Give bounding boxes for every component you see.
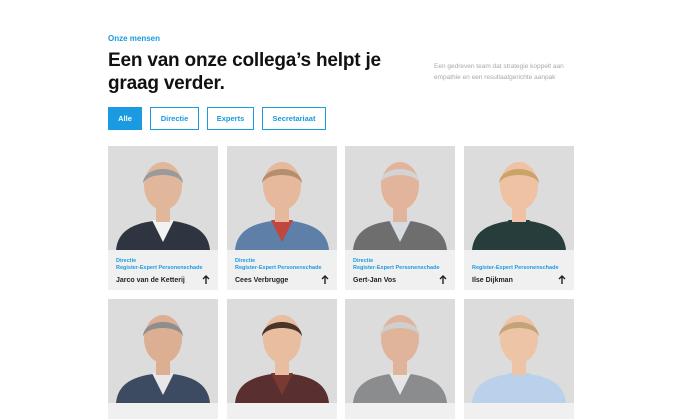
portrait-photo <box>108 299 218 403</box>
team-card[interactable]: Register-Expert Personenschade Ilse Dijk… <box>464 146 574 290</box>
person-name: Cees Verbrugge <box>235 277 289 284</box>
arrow-up-icon[interactable] <box>320 274 330 286</box>
portrait-photo <box>464 299 574 403</box>
person-name: Ilse Dijkman <box>472 277 513 284</box>
portrait-image <box>464 299 574 403</box>
team-card[interactable] <box>464 299 574 419</box>
role-tag: Directie <box>235 258 256 264</box>
portrait-image <box>227 146 337 250</box>
portrait-photo <box>227 299 337 403</box>
role-tag: Register-Expert Personenschade <box>116 265 203 271</box>
team-card[interactable] <box>227 299 337 419</box>
intro-text: Een gedreven team dat strategie koppelt … <box>434 63 564 81</box>
portrait-photo <box>345 299 455 403</box>
team-card[interactable]: Directie Register-Expert Personenschade … <box>345 146 455 290</box>
portrait-image <box>345 146 455 250</box>
role-tag: Register-Expert Personenschade <box>235 265 322 271</box>
team-card[interactable]: Directie Register-Expert Personenschade … <box>227 146 337 290</box>
portrait-photo <box>227 146 337 250</box>
filter-all-button[interactable]: Alle <box>108 107 142 130</box>
portrait-photo <box>464 146 574 250</box>
person-name: Gert-Jan Vos <box>353 277 397 284</box>
portrait-image <box>345 299 455 403</box>
arrow-up-icon[interactable] <box>201 274 211 286</box>
portrait-photo <box>108 146 218 250</box>
arrow-up-icon[interactable] <box>557 274 567 286</box>
team-card[interactable]: Directie Register-Expert Personenschade … <box>108 146 218 290</box>
role-tag: Directie <box>353 258 374 264</box>
portrait-image <box>464 146 574 250</box>
filter-bar: Alle Directie Experts Secretariaat <box>108 107 326 130</box>
portrait-photo <box>345 146 455 250</box>
role-tag: Register-Expert Personenschade <box>353 265 440 271</box>
team-card[interactable] <box>108 299 218 419</box>
team-card[interactable] <box>345 299 455 419</box>
role-tags: Directie Register-Expert Personenschade <box>116 258 212 272</box>
portrait-image <box>108 299 218 403</box>
filter-secretariaat-button[interactable]: Secretariaat <box>262 107 326 130</box>
person-name: Jarco van de Ketterij <box>116 277 185 284</box>
role-tags: Register-Expert Personenschade <box>472 265 568 272</box>
filter-experts-button[interactable]: Experts <box>207 107 254 130</box>
arrow-up-icon[interactable] <box>438 274 448 286</box>
role-tags: Directie Register-Expert Personenschade <box>353 258 449 272</box>
portrait-image <box>227 299 337 403</box>
eyebrow: Onze mensen <box>108 34 161 43</box>
role-tag: Register-Expert Personenschade <box>472 265 559 271</box>
filter-directie-button[interactable]: Directie <box>150 107 199 130</box>
role-tag: Directie <box>116 258 137 264</box>
page-title: Een van onze collega’s helpt je graag ve… <box>108 50 381 94</box>
portrait-image <box>108 146 218 250</box>
role-tags: Directie Register-Expert Personenschade <box>235 258 331 272</box>
